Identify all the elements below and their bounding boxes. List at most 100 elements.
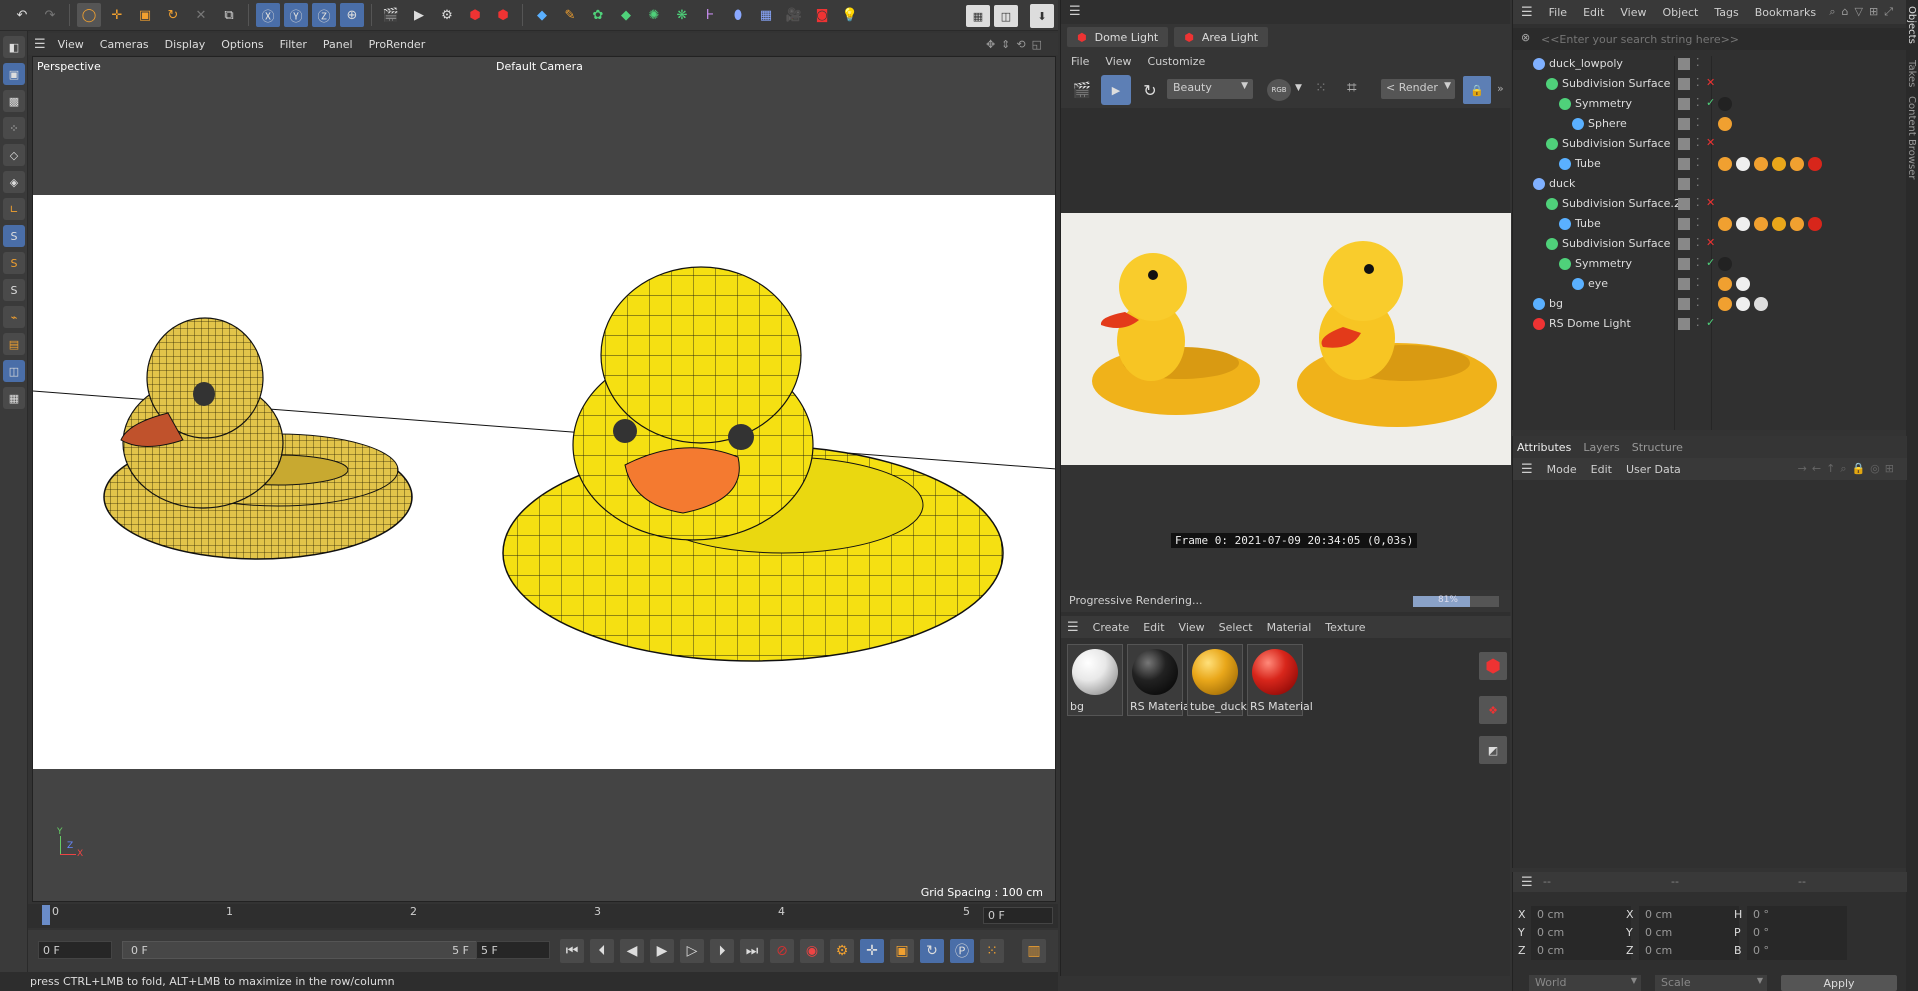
expand-icon[interactable]: » xyxy=(1497,82,1504,95)
mm-hamburger-icon[interactable]: ☰ xyxy=(1067,620,1079,635)
tag-icon[interactable] xyxy=(1808,157,1822,171)
visibility-toggle-icon[interactable] xyxy=(1678,318,1690,330)
key-rotation-icon[interactable]: ↻ xyxy=(920,939,944,963)
visibility-toggle-icon[interactable] xyxy=(1678,158,1690,170)
editor-render-dots-icon[interactable]: ⁚ xyxy=(1696,256,1706,269)
model-mode-icon[interactable]: ▣ xyxy=(3,63,25,85)
editor-render-dots-icon[interactable]: ⁚ xyxy=(1696,96,1706,109)
timeline-window-icon[interactable]: ▥ xyxy=(1022,939,1046,963)
coord-field[interactable]: Z0 cm xyxy=(1515,942,1635,960)
go-to-start-icon[interactable]: ⏮ xyxy=(560,939,584,963)
previous-frame-icon[interactable]: ◀ xyxy=(620,939,644,963)
object-row[interactable]: Tube ⁚ xyxy=(1513,214,1907,234)
layout-icon[interactable]: ▦ xyxy=(966,5,990,27)
visibility-toggle-icon[interactable] xyxy=(1678,78,1690,90)
render-view-icon[interactable]: ▶ xyxy=(407,3,431,27)
coord-value[interactable]: 0 cm xyxy=(1639,942,1739,960)
enabled-status-icon[interactable]: ✓ xyxy=(1706,316,1715,329)
om-hamburger-icon[interactable]: ☰ xyxy=(1521,5,1533,20)
solo-hierarchy-icon[interactable]: S xyxy=(3,279,25,301)
enabled-status-icon[interactable]: ✓ xyxy=(1706,256,1715,269)
om-menu-object[interactable]: Object xyxy=(1663,6,1699,19)
om-menu-tags[interactable]: Tags xyxy=(1714,6,1738,19)
viewport-menu-panel[interactable]: Panel xyxy=(323,38,353,51)
side-tab-objects[interactable]: Objects xyxy=(1906,6,1917,44)
material-swatch[interactable]: bg xyxy=(1067,644,1123,716)
viewport-hamburger-icon[interactable]: ☰ xyxy=(34,37,46,52)
editor-render-dots-icon[interactable]: ⁚ xyxy=(1696,176,1706,189)
close-search-icon[interactable]: ⊗ xyxy=(1521,31,1530,44)
object-row[interactable]: Symmetry ⁚ ✓ xyxy=(1513,94,1907,114)
om-menu-edit[interactable]: Edit xyxy=(1583,6,1604,19)
snap-icon[interactable]: ⌁ xyxy=(3,306,25,328)
tab-structure[interactable]: Structure xyxy=(1632,441,1683,454)
editor-render-dots-icon[interactable]: ⁚ xyxy=(1696,296,1706,309)
playhead[interactable] xyxy=(42,905,50,925)
visibility-toggle-icon[interactable] xyxy=(1678,298,1690,310)
coord-value[interactable]: 0 cm xyxy=(1531,924,1631,942)
editor-render-dots-icon[interactable]: ⁚ xyxy=(1696,76,1706,89)
rs-material-icon[interactable]: ⬢ xyxy=(1479,652,1507,680)
viewport-menu-filter[interactable]: Filter xyxy=(280,38,307,51)
object-search[interactable]: ⊗ xyxy=(1513,28,1907,50)
select-tool-icon[interactable]: ◯ xyxy=(77,3,101,27)
editor-render-dots-icon[interactable]: ⁚ xyxy=(1696,156,1706,169)
coord-field[interactable]: P 0 ° xyxy=(1731,924,1851,942)
tab-attributes[interactable]: Attributes xyxy=(1517,441,1571,454)
apply-button[interactable]: Apply xyxy=(1781,975,1897,991)
next-key-icon[interactable]: ⏵ xyxy=(710,939,734,963)
side-tab-content-browser[interactable]: Content Browser xyxy=(1906,96,1917,179)
solo-single-icon[interactable]: S xyxy=(3,252,25,274)
timeline-ruler[interactable]: 0 1 2 3 4 5 0 F xyxy=(28,904,1058,928)
coord-hamburger-icon[interactable]: ☰ xyxy=(1521,875,1533,890)
cube-icon[interactable]: ◆ xyxy=(530,3,554,27)
viewport-menu-cameras[interactable]: Cameras xyxy=(100,38,149,51)
render-settings-icon[interactable]: ⚙ xyxy=(435,3,459,27)
disabled-status-icon[interactable]: ✕ xyxy=(1706,136,1715,149)
clapper-icon[interactable]: 🎬 xyxy=(1069,77,1095,103)
visibility-toggle-icon[interactable] xyxy=(1678,178,1690,190)
mm-menu-material[interactable]: Material xyxy=(1267,621,1312,634)
rv-hamburger-icon[interactable]: ☰ xyxy=(1069,4,1081,19)
mm-menu-view[interactable]: View xyxy=(1179,621,1205,634)
visibility-toggle-icon[interactable] xyxy=(1678,118,1690,130)
object-row[interactable]: Subdivision Surface.2 ⁚ ✕ xyxy=(1513,194,1907,214)
disabled-status-icon[interactable]: ✕ xyxy=(1706,236,1715,249)
editor-render-dots-icon[interactable]: ⁚ xyxy=(1696,276,1706,289)
visibility-toggle-icon[interactable] xyxy=(1678,278,1690,290)
coord-field[interactable]: H 0 ° xyxy=(1731,906,1851,924)
camera-icon[interactable]: 🎥 xyxy=(782,3,806,27)
axis-mode-icon[interactable]: ∟ xyxy=(3,198,25,220)
viewport-menu-options[interactable]: Options xyxy=(221,38,263,51)
coord-value[interactable]: 0 ° xyxy=(1747,942,1847,960)
om-menu-view[interactable]: View xyxy=(1620,6,1646,19)
object-row[interactable]: Subdivision Surface ⁚ ✕ xyxy=(1513,234,1907,254)
attr-menu-edit[interactable]: Edit xyxy=(1591,463,1612,476)
object-row[interactable]: duck_lowpoly ⁚ xyxy=(1513,54,1907,74)
redo-icon[interactable]: ↷ xyxy=(38,3,62,27)
attr-nav-icons[interactable]: →←↑⌕🔒◎⊞ xyxy=(1798,462,1899,476)
coord-field[interactable]: Z0 cm xyxy=(1623,942,1743,960)
tag-icon[interactable] xyxy=(1790,217,1804,231)
rv-menu-view[interactable]: View xyxy=(1105,55,1131,68)
cloner-icon[interactable]: ❋ xyxy=(670,3,694,27)
tag-icon[interactable] xyxy=(1754,297,1768,311)
visibility-toggle-icon[interactable] xyxy=(1678,98,1690,110)
x-axis-lock-icon[interactable]: Ⓧ xyxy=(256,3,280,27)
layout-two-icon[interactable]: ◫ xyxy=(994,5,1018,27)
editor-render-dots-icon[interactable]: ⁚ xyxy=(1696,196,1706,209)
refresh-icon[interactable]: ↻ xyxy=(1137,77,1163,103)
coord-value[interactable]: 0 cm xyxy=(1531,906,1631,924)
tag-icon[interactable] xyxy=(1718,217,1732,231)
texture-mode-icon[interactable]: ▩ xyxy=(3,90,25,112)
world-coordinates-icon[interactable]: ⊕ xyxy=(340,3,364,27)
coord-field[interactable]: B 0 ° xyxy=(1731,942,1851,960)
go-to-end-icon[interactable]: ⏭ xyxy=(740,939,764,963)
tag-icon[interactable] xyxy=(1718,117,1732,131)
space-dropdown[interactable]: World ▼ xyxy=(1529,975,1641,991)
tag-icon[interactable] xyxy=(1718,277,1732,291)
tag-icon[interactable] xyxy=(1736,157,1750,171)
tag-icon[interactable] xyxy=(1754,157,1768,171)
edge-mode-icon[interactable]: ◇ xyxy=(3,144,25,166)
tag-icon[interactable] xyxy=(1718,157,1732,171)
